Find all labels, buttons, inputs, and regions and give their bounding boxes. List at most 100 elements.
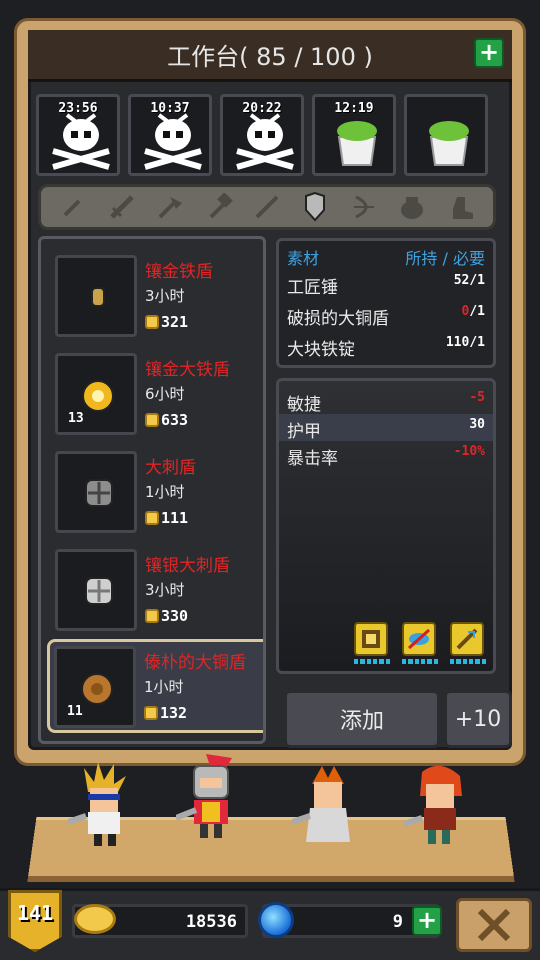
gold-coin-icon (144, 706, 158, 720)
hero-character[interactable] (68, 758, 138, 850)
slot-timer: 20:22 (242, 101, 282, 116)
slot-timer: 12:19 (334, 101, 374, 116)
stat-value: -5 (469, 390, 485, 405)
recipe-name: 镶金铁盾 (145, 262, 213, 282)
skill-slot[interactable] (354, 622, 390, 664)
recipe-name: 镶银大刺盾 (145, 556, 230, 576)
category-sword[interactable] (107, 192, 137, 222)
material-quantity: 0/1 (462, 304, 485, 329)
workbench-title: 工作台( 85 / 100 ) (167, 43, 373, 71)
material-have: 110 (445, 335, 470, 350)
gold-round-shield-icon (82, 380, 114, 412)
hero-knight-icon (176, 754, 232, 838)
recipe-name: 傣朴的大铜盾 (144, 653, 246, 673)
gem-amount: 9 (392, 912, 403, 932)
sword-icon (109, 195, 134, 219)
recipe-cost: 132 (144, 704, 187, 722)
stat-name: 护甲 (287, 422, 321, 442)
material-row: 工匠锤 52/1 (279, 269, 493, 300)
category-axe[interactable] (155, 192, 185, 222)
category-bow[interactable] (349, 192, 379, 222)
gold-coin-icon (145, 609, 159, 623)
buy-gems-button[interactable]: + (412, 906, 442, 936)
materials-panel: 素材 所持 / 必要 工匠锤 52/1 破损的大铜盾 0/1 大块铁锭 110/… (276, 238, 496, 368)
recipe-cost-value: 321 (161, 313, 189, 331)
material-need: /1 (469, 335, 485, 350)
recipe-icon-frame (55, 549, 137, 631)
stat-name: 敏捷 (287, 395, 321, 415)
material-need: /1 (469, 304, 485, 319)
expand-capacity-button[interactable]: + (474, 38, 504, 68)
skill-slots (354, 622, 486, 664)
recipe-item-selected[interactable]: 11 傣朴的大铜盾 1小时 132 (47, 639, 263, 733)
recipe-name: 大刺盾 (145, 458, 196, 478)
herb-pot-icon (429, 121, 469, 166)
recipe-cost-value: 330 (161, 607, 189, 625)
gold-coins-icon (74, 904, 116, 934)
material-name: 破损的大铜盾 (287, 309, 389, 329)
queue-slot[interactable]: 10:37 (128, 94, 212, 176)
skill-book-icon (362, 630, 380, 648)
recipe-list[interactable]: 镶金铁盾 3小时 321 13 镶金大铁盾 6小时 633 大刺盾 1小时 11… (38, 236, 266, 744)
recipe-cost: 111 (145, 509, 188, 527)
queue-slot[interactable] (404, 94, 488, 176)
boot-icon (452, 197, 473, 219)
recipe-item[interactable]: 13 镶金大铁盾 6小时 633 (51, 349, 263, 437)
recipe-cost-value: 633 (161, 411, 189, 429)
material-have: 52 (453, 273, 470, 288)
stat-row: 护甲 30 (279, 414, 493, 442)
queue-slot[interactable]: 20:22 (220, 94, 304, 176)
category-staff[interactable] (252, 192, 282, 222)
close-icon (477, 908, 511, 942)
bow-icon (353, 195, 374, 219)
category-dagger[interactable] (58, 192, 88, 222)
recipe-icon-frame (55, 451, 137, 533)
gold-coin-icon (145, 315, 159, 329)
material-name: 大块铁锭 (287, 340, 355, 360)
crafting-queue: 23:56 10:37 20:22 12:19 (36, 94, 496, 176)
hammer-icon (209, 193, 233, 219)
skill-sword-icon (456, 628, 478, 650)
recipe-cost-value: 111 (161, 509, 189, 527)
add-button[interactable]: 添加 (284, 690, 440, 748)
material-row: 大块铁锭 110/1 (279, 331, 493, 362)
recipe-cost: 633 (145, 411, 188, 429)
hero-character[interactable] (292, 762, 362, 854)
skill-slot[interactable] (402, 622, 438, 664)
recipe-item[interactable]: 大刺盾 1小时 111 (51, 447, 263, 535)
hero-character[interactable] (176, 752, 246, 844)
spiked-shield-icon (85, 479, 113, 507)
recipe-icon-frame: 13 (55, 353, 137, 435)
materials-header-right: 所持 / 必要 (405, 249, 485, 268)
skull-crossbones-icon (236, 113, 294, 170)
queue-slot[interactable]: 23:56 (36, 94, 120, 176)
plus-icon: + (478, 38, 500, 66)
recipe-duration: 3小时 (145, 287, 185, 305)
small-gold-shield-icon (91, 287, 105, 307)
silver-spiked-shield-icon (85, 577, 113, 605)
player-level: 141 (16, 901, 54, 925)
category-shield[interactable] (300, 192, 330, 222)
queue-slot[interactable]: 12:19 (312, 94, 396, 176)
category-pot[interactable] (397, 192, 427, 222)
axe-icon (158, 197, 183, 219)
stat-row: 暴击率 -10% (279, 441, 493, 469)
skull-crossbones-icon (144, 113, 202, 170)
plus-icon: + (416, 906, 438, 934)
hero-character[interactable] (404, 762, 474, 854)
stat-value: -10% (453, 444, 485, 459)
staff-icon (255, 195, 279, 219)
category-hammer[interactable] (204, 192, 234, 222)
dagger-icon (63, 199, 81, 217)
category-boot[interactable] (446, 192, 476, 222)
workbench-title-bar: 工作台( 85 / 100 ) (28, 30, 512, 82)
add-ten-button[interactable]: +10 (444, 690, 512, 748)
close-button[interactable] (456, 898, 532, 952)
recipe-item[interactable]: 镶金铁盾 3小时 321 (51, 251, 263, 339)
skill-slot[interactable] (450, 622, 486, 664)
skill-eye-icon (407, 628, 431, 650)
recipe-cost: 330 (145, 607, 188, 625)
recipe-item[interactable]: 镶银大刺盾 3小时 330 (51, 545, 263, 633)
recipe-cost-value: 132 (160, 704, 188, 722)
stat-row: 敏捷 -5 (279, 387, 493, 415)
